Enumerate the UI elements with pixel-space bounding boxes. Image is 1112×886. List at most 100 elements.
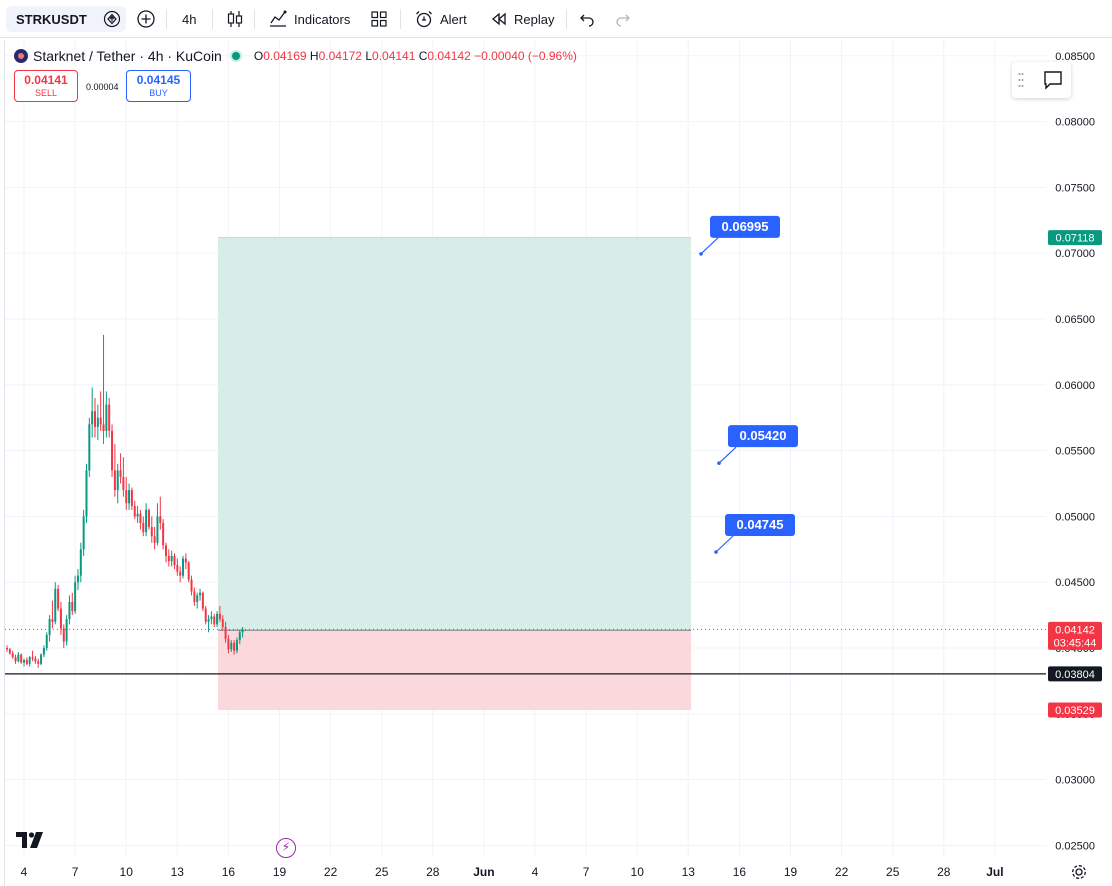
candle-body [147, 509, 150, 527]
y-tick-label: 0.04500 [1055, 577, 1095, 589]
candle-body [199, 592, 202, 596]
x-tick-label: 16 [733, 865, 747, 879]
candle-body [88, 424, 91, 471]
buy-button[interactable]: 0.04145 BUY [126, 70, 191, 102]
candle-body [153, 536, 156, 543]
change-value: −0.00040 (−0.96%) [474, 49, 577, 63]
comment-widget[interactable] [1012, 62, 1071, 98]
y-tick-label: 0.05500 [1055, 446, 1095, 458]
x-tick-label: Jul [986, 865, 1003, 879]
candle-body [139, 513, 142, 524]
x-tick-label: 10 [120, 865, 134, 879]
tradingview-logo[interactable] [16, 832, 46, 853]
stop-price-badge: 0.03529 [1055, 705, 1095, 717]
buy-price: 0.04145 [136, 73, 181, 87]
candle-body [241, 629, 244, 633]
candle-body [187, 562, 190, 580]
x-tick-label: 16 [222, 865, 236, 879]
x-tick-label: 19 [784, 865, 798, 879]
high-key: H [309, 49, 319, 63]
x-tick-label: 25 [375, 865, 389, 879]
x-tick-label: 7 [72, 865, 79, 879]
candle-body [68, 601, 71, 620]
profit-zone [218, 237, 691, 631]
candle-body [76, 575, 79, 583]
candle-body [113, 470, 116, 491]
sell-button[interactable]: 0.04141 SELL [14, 70, 78, 102]
candle-body [130, 490, 133, 506]
low-key: L [365, 49, 373, 63]
candle-body [119, 470, 122, 477]
candle-body [150, 526, 153, 537]
candle-body [145, 509, 148, 533]
x-tick-label: 13 [171, 865, 185, 879]
y-tick-label: 0.06000 [1055, 380, 1095, 392]
candle-body [99, 417, 102, 425]
callout-label: 0.06995 [722, 219, 769, 234]
candle-body [54, 588, 57, 622]
candle-body [20, 654, 23, 663]
candle-body [25, 659, 28, 664]
candle-body [40, 654, 43, 664]
drag-handle-icon[interactable] [1018, 72, 1024, 88]
candle-body [105, 404, 108, 431]
candle-body [216, 613, 219, 625]
candle-body [111, 430, 114, 471]
candle-body [227, 638, 230, 650]
candle-body [116, 470, 119, 491]
candle-body [235, 640, 238, 651]
candle-body [71, 601, 74, 612]
callout-label: 0.04745 [737, 517, 784, 532]
x-tick-label: 10 [631, 865, 645, 879]
low-value: 0.04141 [372, 49, 416, 63]
candle-body [45, 634, 48, 649]
candle-body [14, 657, 17, 662]
comment-icon[interactable] [1042, 69, 1064, 91]
callout-anchor [699, 252, 703, 256]
candle-body [108, 404, 111, 431]
high-value: 0.04172 [318, 49, 362, 63]
sell-label: SELL [34, 88, 58, 98]
candle-body [42, 648, 45, 655]
sell-price: 0.04141 [24, 73, 68, 87]
candle-body [156, 516, 159, 543]
candle-body [230, 642, 233, 650]
candle-body [196, 595, 199, 602]
loss-zone [218, 630, 691, 711]
candle-body [85, 470, 88, 517]
legend-ohlc: O0.04169 H0.04172 L0.04141 C0.04142 −0.0… [254, 49, 577, 63]
spread-value: 0.00004 [86, 82, 119, 92]
candle-body [173, 555, 176, 566]
target-price-badge: 0.07118 [1056, 233, 1095, 245]
flash-icon[interactable]: ⚡ [276, 838, 296, 858]
candle-body [28, 657, 31, 664]
y-tick-label: 0.08000 [1055, 117, 1095, 129]
candle-body [34, 658, 37, 662]
candle-body [179, 571, 182, 576]
candle-body [17, 654, 20, 662]
price-chart[interactable]: 0.025000.030000.035000.040000.045000.050… [0, 0, 1112, 886]
candle-body [6, 648, 8, 650]
candle-body [162, 523, 165, 546]
candle-body [94, 411, 97, 427]
countdown-label: 03:45:44 [1054, 637, 1097, 649]
x-tick-label: 4 [532, 865, 539, 879]
candle-body [218, 613, 221, 620]
callout-pointer [718, 446, 737, 464]
current-price-badge: 0.04142 [1055, 624, 1095, 636]
buy-label: BUY [149, 88, 168, 98]
y-tick-label: 0.05000 [1055, 511, 1095, 523]
x-tick-label: 19 [273, 865, 287, 879]
candle-body [23, 659, 26, 663]
candle-body [193, 591, 196, 602]
candle-body [233, 642, 236, 651]
x-tick-label: 22 [324, 865, 338, 879]
candle-body [79, 549, 82, 576]
y-tick-label: 0.06500 [1055, 314, 1095, 326]
open-key: O [253, 49, 264, 63]
candle-body [167, 555, 170, 562]
callout-pointer [715, 535, 734, 553]
settings-gear-icon[interactable] [1071, 864, 1087, 880]
candle-body [48, 619, 51, 635]
candle-body [204, 608, 207, 622]
